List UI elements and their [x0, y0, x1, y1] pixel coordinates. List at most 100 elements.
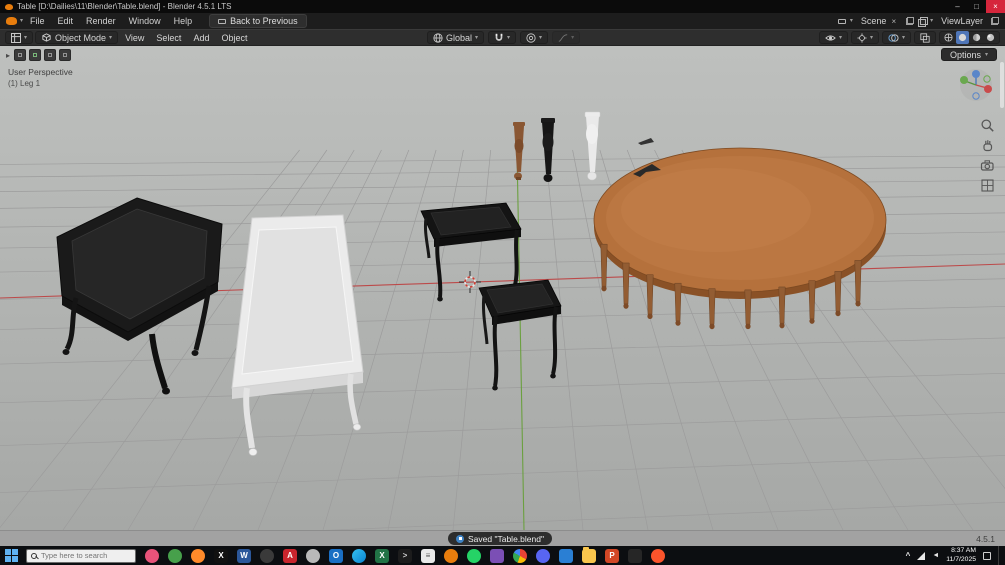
gizmo-z-axis[interactable]	[972, 70, 980, 78]
shading-rendered-button[interactable]	[984, 31, 997, 44]
visibility-dropdown[interactable]: ▾	[819, 31, 848, 44]
viewport-3d[interactable]: ▸ Options ▾ User Perspective (1) Leg 1	[0, 46, 1005, 530]
tool-icon-1[interactable]	[14, 49, 26, 61]
taskbar-app-excel[interactable]: X	[375, 549, 389, 563]
menu-add[interactable]: Add	[188, 32, 214, 44]
new-scene-icon[interactable]	[906, 17, 914, 25]
taskbar-app-brave[interactable]	[651, 549, 665, 563]
taskbar-search[interactable]	[26, 549, 136, 563]
mode-label: Object Mode	[55, 33, 106, 43]
gizmo-x-axis[interactable]	[984, 85, 992, 93]
taskbar-app-outlook[interactable]: O	[329, 549, 343, 563]
menu-object[interactable]: Object	[216, 32, 252, 44]
maximize-button[interactable]: □	[967, 0, 986, 13]
menu-edit[interactable]: Edit	[52, 15, 80, 27]
scene-selector[interactable]: Scene ×	[857, 15, 902, 27]
gizmo-y-neg[interactable]	[984, 76, 990, 82]
viewport-scrollbar[interactable]	[1000, 62, 1004, 108]
orientation-dropdown[interactable]: Global ▾	[427, 31, 484, 44]
shading-material-button[interactable]	[970, 31, 983, 44]
close-button[interactable]: ×	[986, 0, 1005, 13]
menu-window[interactable]: Window	[123, 15, 167, 27]
back-to-previous-button[interactable]: Back to Previous	[209, 14, 307, 28]
search-input[interactable]	[41, 551, 131, 560]
network-icon[interactable]	[917, 552, 925, 560]
object-leg-wood[interactable]	[513, 122, 525, 180]
tray-expand-icon[interactable]: ^	[906, 551, 911, 560]
taskbar-app-whatsapp[interactable]	[467, 549, 481, 563]
editor-type-button[interactable]: ▾	[5, 31, 33, 44]
taskbar-app-blender[interactable]	[444, 549, 458, 563]
options-dropdown[interactable]: Options ▾	[941, 48, 997, 61]
shading-wireframe-button[interactable]	[942, 31, 955, 44]
gizmos-dropdown[interactable]: ▾	[851, 31, 879, 44]
chevron-down-icon: ▾	[475, 35, 478, 41]
overlays-dropdown[interactable]: ▾	[882, 31, 911, 44]
taskbar-app-people[interactable]	[168, 549, 182, 563]
proportional-edit-toggle[interactable]: ▾	[520, 31, 548, 44]
taskbar-app-paint[interactable]	[145, 549, 159, 563]
object-hex-table[interactable]	[57, 198, 222, 395]
object-leg-black[interactable]	[541, 118, 555, 182]
menu-help[interactable]: Help	[168, 15, 199, 27]
gizmo-y-axis[interactable]	[960, 76, 968, 84]
tool-icon-3[interactable]	[44, 49, 56, 61]
taskbar-app-notepad[interactable]: ≡	[421, 549, 435, 563]
window-title: Table [D:\Dailies\11\Blender\Table.blend…	[17, 2, 232, 11]
taskbar-app-powerpoint[interactable]: P	[605, 549, 619, 563]
xray-toggle[interactable]	[914, 31, 936, 44]
tool-icon-2[interactable]	[29, 49, 41, 61]
taskbar-app-folder[interactable]	[582, 549, 596, 563]
chevron-down-icon: ▾	[902, 35, 905, 41]
minimize-button[interactable]: –	[948, 0, 967, 13]
taskbar-app-edge[interactable]	[352, 549, 366, 563]
taskbar-app-chrome[interactable]	[513, 549, 527, 563]
blender-logo-icon[interactable]	[6, 17, 17, 25]
start-button[interactable]	[5, 549, 19, 563]
object-leg-white[interactable]	[585, 112, 600, 180]
taskbar-app-discord[interactable]	[536, 549, 550, 563]
notification-center-icon[interactable]	[983, 552, 991, 560]
menu-select[interactable]: Select	[151, 32, 186, 44]
taskbar-app-x[interactable]: X	[214, 549, 228, 563]
chevron-down-icon: ▾	[20, 18, 23, 24]
windows-taskbar: XWAOX>≡P ^ ◄ 8:37 AM 11/7/2025	[0, 546, 1005, 565]
viewlayer-selector[interactable]: ViewLayer	[937, 15, 987, 27]
tray-clock[interactable]: 8:37 AM 11/7/2025	[946, 547, 976, 564]
object-white-table[interactable]	[232, 215, 363, 456]
taskbar-app-dark2[interactable]	[628, 549, 642, 563]
toolbar-collapse-icon[interactable]: ▸	[6, 51, 10, 60]
viewlayer-icon[interactable]	[918, 17, 926, 25]
taskbar-app-acrobat[interactable]: A	[283, 549, 297, 563]
menu-view[interactable]: View	[120, 32, 149, 44]
taskbar-app-terminal[interactable]: >	[398, 549, 412, 563]
viewport-header: ▾ Object Mode ▾ View Select Add Object G…	[0, 29, 1005, 46]
volume-icon[interactable]: ◄	[932, 552, 939, 559]
menu-file[interactable]: File	[24, 15, 51, 27]
taskbar-app-dark-circle[interactable]	[260, 549, 274, 563]
ortho-grid-icon[interactable]	[980, 178, 995, 193]
proportional-falloff-dropdown[interactable]: ▾	[552, 31, 580, 44]
gizmo-z-neg[interactable]	[973, 93, 979, 99]
new-viewlayer-icon[interactable]	[991, 17, 999, 25]
screen-layout-icon[interactable]	[838, 19, 846, 24]
taskbar-app-word[interactable]: W	[237, 549, 251, 563]
close-icon[interactable]: ×	[889, 17, 898, 26]
tool-icon-4[interactable]	[59, 49, 71, 61]
show-desktop-button[interactable]	[998, 546, 1000, 565]
taskbar-app-firefox[interactable]	[191, 549, 205, 563]
pan-hand-icon[interactable]	[980, 138, 995, 153]
taskbar-app-store[interactable]	[490, 549, 504, 563]
camera-view-icon[interactable]	[980, 158, 995, 173]
taskbar-app-camera[interactable]	[306, 549, 320, 563]
viewport-side-controls	[980, 118, 995, 193]
taskbar-app-vscode[interactable]	[559, 549, 573, 563]
chevron-down-icon: ▾	[507, 35, 510, 41]
snap-toggle[interactable]: ▾	[488, 31, 516, 44]
mode-dropdown[interactable]: Object Mode ▾	[35, 31, 118, 44]
zoom-icon[interactable]	[980, 118, 995, 133]
status-bar: Saved "Table.blend" 4.5.1	[0, 530, 1005, 546]
navigation-gizmo[interactable]	[959, 68, 993, 102]
shading-solid-button[interactable]	[956, 31, 969, 44]
menu-render[interactable]: Render	[80, 15, 122, 27]
